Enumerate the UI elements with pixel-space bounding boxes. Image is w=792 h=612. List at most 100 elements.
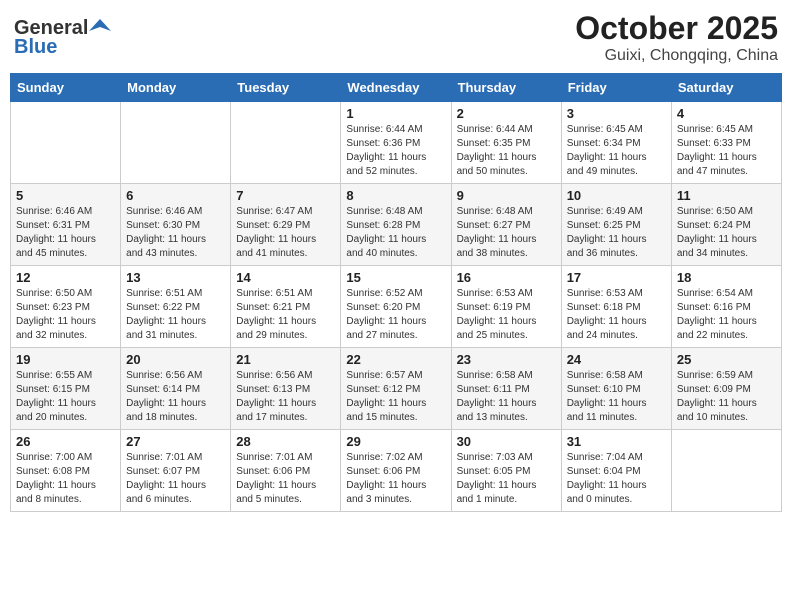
calendar-cell: 10 Sunrise: 6:49 AMSunset: 6:25 PMDayligh… — [561, 184, 671, 266]
day-number: 25 — [677, 352, 776, 367]
calendar-cell: 12Sunrise: 6:50 AMSunset: 6:23 PMDayligh… — [11, 266, 121, 348]
day-number: 6 — [126, 188, 225, 203]
calendar-cell: 31 Sunrise: 7:04 AMSunset: 6:04 PMDayligh… — [561, 430, 671, 512]
calendar-cell: 28Sunrise: 7:01 AMSunset: 6:06 PMDayligh… — [231, 430, 341, 512]
day-number: 29 — [346, 434, 445, 449]
calendar-title-block: October 2025 Guixi, Chongqing, China — [575, 10, 778, 65]
calendar-cell: 9 Sunrise: 6:48 AMSunset: 6:27 PMDaylight… — [451, 184, 561, 266]
day-number: 4 — [677, 106, 776, 121]
day-detail: Sunrise: 6:56 AMSunset: 6:13 PMDaylight:… — [236, 369, 335, 425]
day-detail: Sunrise: 6:53 AMSunset: 6:19 PMDaylight:… — [457, 287, 556, 343]
day-number: 7 — [236, 188, 335, 203]
day-number: 23 — [457, 352, 556, 367]
day-detail: Sunrise: 6:49 AMSunset: 6:25 PMDaylight:… — [567, 205, 666, 261]
calendar-week-4: 19 Sunrise: 6:55 AMSunset: 6:15 PMDayligh… — [11, 348, 782, 430]
calendar-cell: 21 Sunrise: 6:56 AMSunset: 6:13 PMDayligh… — [231, 348, 341, 430]
calendar-header-row: SundayMondayTuesdayWednesdayThursdayFrid… — [11, 74, 782, 102]
day-detail: Sunrise: 6:52 AMSunset: 6:20 PMDaylight:… — [346, 287, 445, 343]
calendar-cell: 23 Sunrise: 6:58 AMSunset: 6:11 PMDayligh… — [451, 348, 561, 430]
calendar-cell: 22 Sunrise: 6:57 AMSunset: 6:12 PMDayligh… — [341, 348, 451, 430]
day-detail: Sunrise: 6:51 AMSunset: 6:21 PMDaylight:… — [236, 287, 335, 343]
day-number: 20 — [126, 352, 225, 367]
calendar-title: October 2025 — [575, 10, 778, 47]
day-detail: Sunrise: 6:45 AMSunset: 6:34 PMDaylight:… — [567, 123, 666, 179]
calendar-cell: 8Sunrise: 6:48 AMSunset: 6:28 PMDaylight… — [341, 184, 451, 266]
day-detail: Sunrise: 7:02 AMSunset: 6:06 PMDaylight:… — [346, 451, 445, 507]
day-detail: Sunrise: 6:48 AMSunset: 6:27 PMDaylight:… — [457, 205, 556, 261]
day-number: 28 — [236, 434, 335, 449]
weekday-header-wednesday: Wednesday — [341, 74, 451, 102]
day-number: 22 — [346, 352, 445, 367]
calendar-subtitle: Guixi, Chongqing, China — [575, 47, 778, 65]
day-detail: Sunrise: 6:59 AMSunset: 6:09 PMDaylight:… — [677, 369, 776, 425]
day-number: 5 — [16, 188, 115, 203]
day-number: 2 — [457, 106, 556, 121]
day-number: 30 — [457, 434, 556, 449]
calendar-cell: 24 Sunrise: 6:58 AMSunset: 6:10 PMDayligh… — [561, 348, 671, 430]
calendar-cell — [671, 430, 781, 512]
day-detail: Sunrise: 6:48 AMSunset: 6:28 PMDaylight:… — [346, 205, 445, 261]
calendar-cell: 27 Sunrise: 7:01 AMSunset: 6:07 PMDayligh… — [121, 430, 231, 512]
calendar-cell: 5 Sunrise: 6:46 AMSunset: 6:31 PMDaylight… — [11, 184, 121, 266]
weekday-header-monday: Monday — [121, 74, 231, 102]
calendar-cell — [231, 102, 341, 184]
calendar-cell: 7Sunrise: 6:47 AMSunset: 6:29 PMDaylight… — [231, 184, 341, 266]
calendar-cell: 18Sunrise: 6:54 AMSunset: 6:16 PMDayligh… — [671, 266, 781, 348]
calendar-cell: 26 Sunrise: 7:00 AMSunset: 6:08 PMDayligh… — [11, 430, 121, 512]
day-detail: Sunrise: 7:04 AMSunset: 6:04 PMDaylight:… — [567, 451, 666, 507]
day-detail: Sunrise: 6:45 AMSunset: 6:33 PMDaylight:… — [677, 123, 776, 179]
calendar-cell: 19 Sunrise: 6:55 AMSunset: 6:15 PMDayligh… — [11, 348, 121, 430]
calendar-cell — [121, 102, 231, 184]
day-number: 19 — [16, 352, 115, 367]
calendar-week-5: 26 Sunrise: 7:00 AMSunset: 6:08 PMDayligh… — [11, 430, 782, 512]
day-number: 31 — [567, 434, 666, 449]
day-detail: Sunrise: 6:56 AMSunset: 6:14 PMDaylight:… — [126, 369, 225, 425]
day-number: 16 — [457, 270, 556, 285]
day-detail: Sunrise: 6:44 AMSunset: 6:35 PMDaylight:… — [457, 123, 556, 179]
day-detail: Sunrise: 6:51 AMSunset: 6:22 PMDaylight:… — [126, 287, 225, 343]
day-number: 10 — [567, 188, 666, 203]
calendar-cell — [11, 102, 121, 184]
day-number: 3 — [567, 106, 666, 121]
day-detail: Sunrise: 6:57 AMSunset: 6:12 PMDaylight:… — [346, 369, 445, 425]
day-number: 13 — [126, 270, 225, 285]
calendar-cell: 29 Sunrise: 7:02 AMSunset: 6:06 PMDayligh… — [341, 430, 451, 512]
calendar-cell: 3 Sunrise: 6:45 AMSunset: 6:34 PMDaylight… — [561, 102, 671, 184]
day-number: 17 — [567, 270, 666, 285]
calendar-cell: 14 Sunrise: 6:51 AMSunset: 6:21 PMDayligh… — [231, 266, 341, 348]
logo: General Blue — [14, 17, 111, 59]
calendar-cell: 25 Sunrise: 6:59 AMSunset: 6:09 PMDayligh… — [671, 348, 781, 430]
day-number: 11 — [677, 188, 776, 203]
day-detail: Sunrise: 7:03 AMSunset: 6:05 PMDaylight:… — [457, 451, 556, 507]
weekday-header-friday: Friday — [561, 74, 671, 102]
day-number: 9 — [457, 188, 556, 203]
day-detail: Sunrise: 6:46 AMSunset: 6:31 PMDaylight:… — [16, 205, 115, 261]
day-number: 18 — [677, 270, 776, 285]
day-detail: Sunrise: 6:44 AMSunset: 6:36 PMDaylight:… — [346, 123, 445, 179]
day-number: 14 — [236, 270, 335, 285]
logo-bird-icon — [89, 17, 111, 39]
calendar-cell: 20 Sunrise: 6:56 AMSunset: 6:14 PMDayligh… — [121, 348, 231, 430]
calendar-week-2: 5 Sunrise: 6:46 AMSunset: 6:31 PMDaylight… — [11, 184, 782, 266]
day-number: 1 — [346, 106, 445, 121]
weekday-header-tuesday: Tuesday — [231, 74, 341, 102]
calendar-cell: 17 Sunrise: 6:53 AMSunset: 6:18 PMDayligh… — [561, 266, 671, 348]
calendar-cell: 13 Sunrise: 6:51 AMSunset: 6:22 PMDayligh… — [121, 266, 231, 348]
weekday-header-saturday: Saturday — [671, 74, 781, 102]
calendar-week-1: 1 Sunrise: 6:44 AMSunset: 6:36 PMDaylight… — [11, 102, 782, 184]
day-number: 24 — [567, 352, 666, 367]
day-detail: Sunrise: 7:00 AMSunset: 6:08 PMDaylight:… — [16, 451, 115, 507]
day-number: 15 — [346, 270, 445, 285]
day-detail: Sunrise: 6:58 AMSunset: 6:10 PMDaylight:… — [567, 369, 666, 425]
day-number: 27 — [126, 434, 225, 449]
day-number: 21 — [236, 352, 335, 367]
page-header: General Blue October 2025 Guixi, Chongqi… — [10, 10, 782, 65]
day-detail: Sunrise: 6:58 AMSunset: 6:11 PMDaylight:… — [457, 369, 556, 425]
calendar-cell: 16 Sunrise: 6:53 AMSunset: 6:19 PMDayligh… — [451, 266, 561, 348]
calendar-cell: 15 Sunrise: 6:52 AMSunset: 6:20 PMDayligh… — [341, 266, 451, 348]
day-detail: Sunrise: 6:53 AMSunset: 6:18 PMDaylight:… — [567, 287, 666, 343]
day-detail: Sunrise: 7:01 AMSunset: 6:07 PMDaylight:… — [126, 451, 225, 507]
day-detail: Sunrise: 6:55 AMSunset: 6:15 PMDaylight:… — [16, 369, 115, 425]
weekday-header-thursday: Thursday — [451, 74, 561, 102]
day-number: 26 — [16, 434, 115, 449]
